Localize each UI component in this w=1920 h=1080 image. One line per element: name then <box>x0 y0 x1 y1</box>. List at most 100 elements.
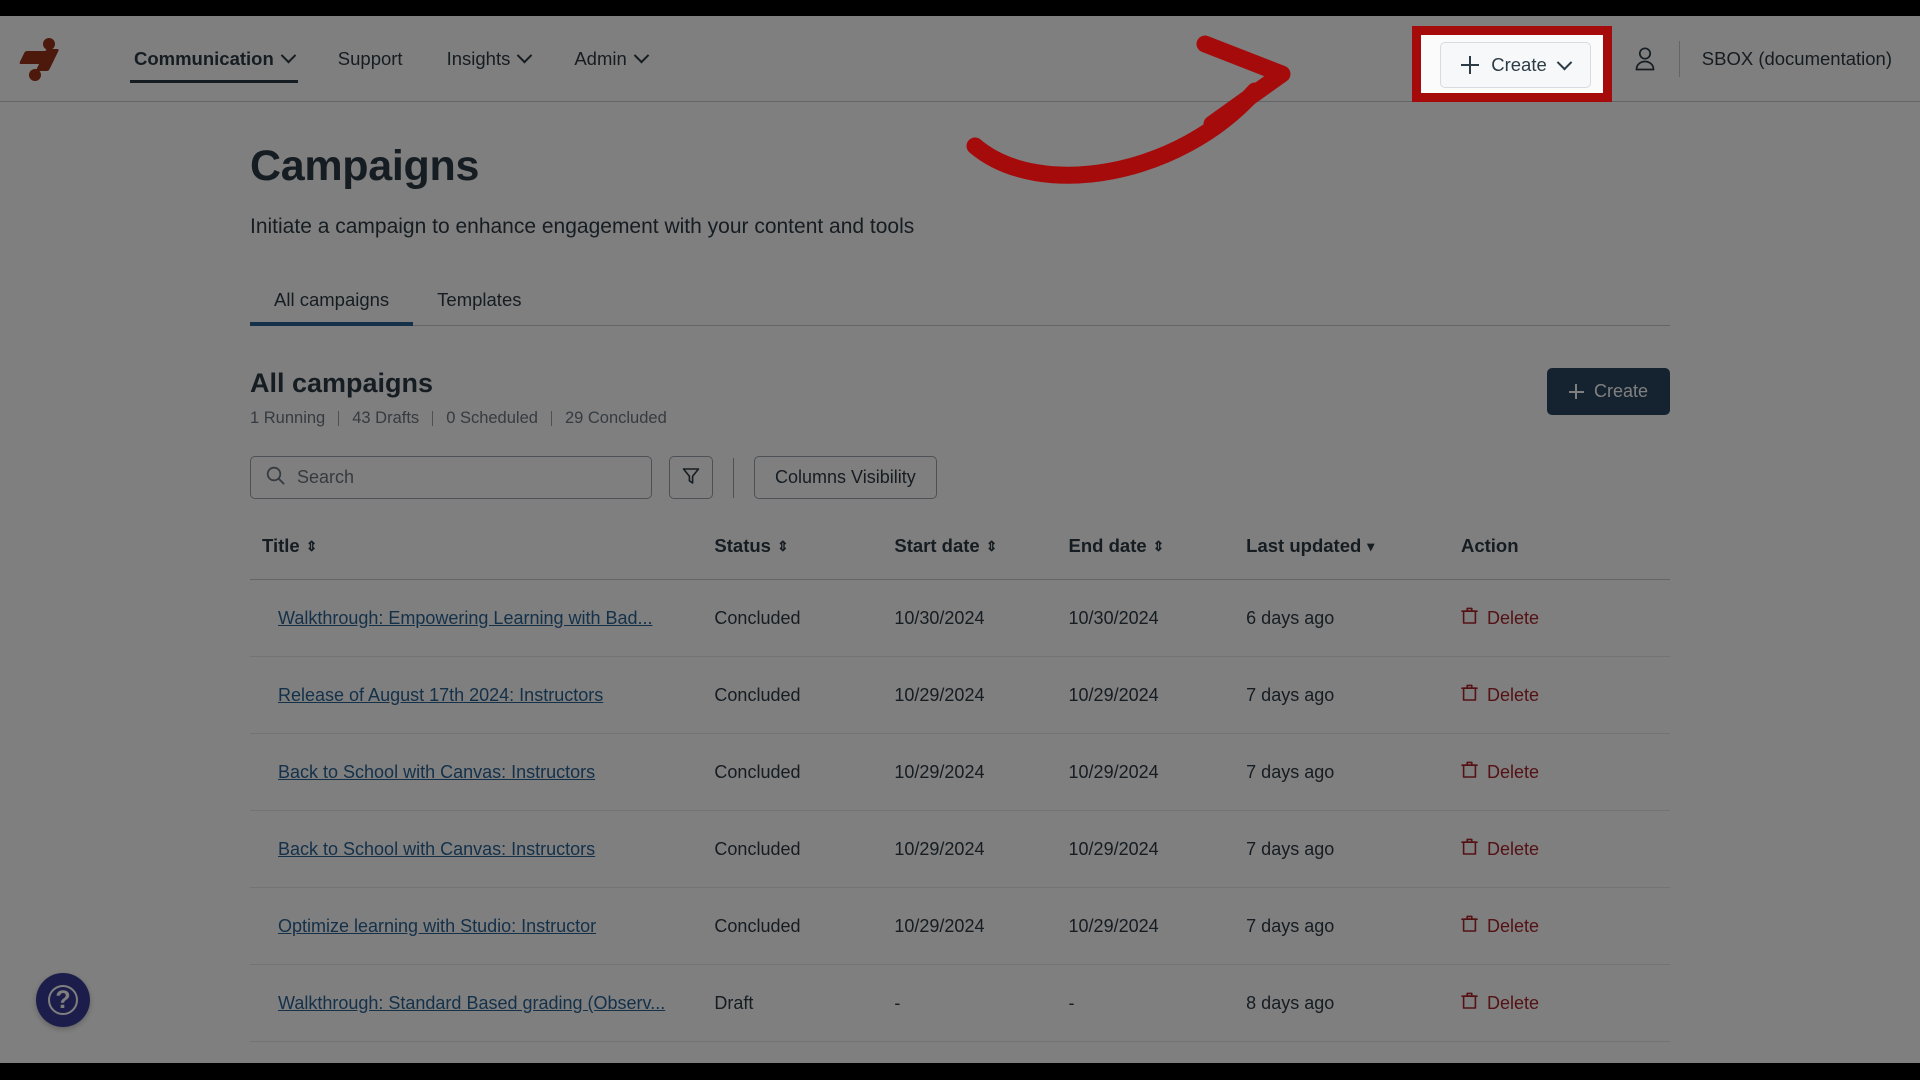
section-header-text: All campaigns 1 Running 43 Drafts 0 Sche… <box>250 368 667 428</box>
page-title: Campaigns <box>250 142 480 190</box>
trash-icon <box>1461 760 1478 784</box>
browser-viewport: Communication Support Insights Admin Cre… <box>0 16 1920 1063</box>
count-divider <box>432 411 434 426</box>
top-navigation-bar: Communication Support Insights Admin Cre… <box>0 16 1920 102</box>
header-create-button[interactable]: Create <box>1456 35 1607 82</box>
cell-end-date: 10/29/2024 <box>1068 810 1247 888</box>
campaign-title-link[interactable]: Walkthrough: Empowering Learning with Ba… <box>278 608 653 628</box>
filter-icon <box>681 466 701 489</box>
cell-last-updated: 6 days ago <box>1246 579 1461 657</box>
tab-bar: All campaigns Templates <box>250 279 1670 326</box>
cell-title: Back to School with Canvas: Instructors <box>250 733 715 811</box>
cell-start-date: 10/29/2024 <box>894 810 1069 888</box>
plus-icon <box>1477 49 1496 68</box>
table-body: Walkthrough: Empowering Learning with Ba… <box>250 579 1670 1042</box>
delete-label: Delete <box>1486 684 1539 705</box>
campaign-title-link[interactable]: Walkthrough: Standard Based grading (Obs… <box>278 993 665 1013</box>
nav-item-insights[interactable]: Insights <box>425 16 553 101</box>
toolbar-divider <box>733 457 734 498</box>
delete-button[interactable]: Delete <box>1461 760 1539 784</box>
column-header-title[interactable]: Title ⇕ <box>250 535 715 580</box>
column-header-last-updated[interactable]: Last updated ▾ <box>1246 535 1461 580</box>
create-campaign-button[interactable]: Create <box>1546 368 1670 415</box>
nav-item-support[interactable]: Support <box>316 16 425 101</box>
filter-button[interactable] <box>669 456 713 499</box>
delete-button[interactable]: Delete <box>1461 606 1539 630</box>
delete-label: Delete <box>1486 607 1539 628</box>
delete-button[interactable]: Delete <box>1461 683 1539 707</box>
impact-logo[interactable] <box>18 35 64 83</box>
cell-status: Concluded <box>714 887 895 965</box>
nav-item-label: Communication <box>134 47 274 69</box>
cell-status: Concluded <box>714 656 895 734</box>
column-header-status[interactable]: Status ⇕ <box>714 535 895 580</box>
count-concluded: 29 Concluded <box>564 409 667 427</box>
primary-nav-items: Communication Support Insights Admin <box>112 16 669 101</box>
cell-last-updated: 7 days ago <box>1246 733 1461 811</box>
nav-item-admin[interactable]: Admin <box>552 16 668 101</box>
cell-end-date: - <box>1068 964 1247 1042</box>
search-field-wrapper[interactable] <box>250 456 652 499</box>
nav-item-label: Support <box>337 47 403 69</box>
column-label: Action <box>1460 535 1519 556</box>
column-label: Title <box>262 535 300 556</box>
cell-start-date: - <box>894 964 1069 1042</box>
search-icon <box>266 466 285 490</box>
section-title: All campaigns <box>250 368 434 398</box>
cell-status: Concluded <box>714 733 895 811</box>
column-label: Last updated <box>1246 535 1362 556</box>
cell-action: Delete <box>1460 964 1670 1042</box>
table-row: Back to School with Canvas: Instructors C… <box>250 733 1670 811</box>
cell-start-date: 10/29/2024 <box>894 733 1069 811</box>
delete-label: Delete <box>1486 761 1539 782</box>
table-row: Walkthrough: Empowering Learning with Ba… <box>250 579 1670 657</box>
campaign-status-counts: 1 Running 43 Drafts 0 Scheduled 29 Concl… <box>250 409 667 428</box>
header-create-label: Create <box>1507 47 1563 69</box>
chevron-down-icon <box>1572 47 1589 64</box>
column-label: End date <box>1068 535 1147 556</box>
tab-templates[interactable]: Templates <box>413 279 545 325</box>
cell-title: Optimize learning with Studio: Instructo… <box>250 887 715 965</box>
cell-start-date: 10/29/2024 <box>894 887 1069 965</box>
sort-desc-icon: ▾ <box>1367 538 1375 554</box>
page-subtitle: Initiate a campaign to enhance engagemen… <box>250 215 915 238</box>
columns-visibility-button[interactable]: Columns Visibility <box>754 456 937 499</box>
cell-start-date: 10/29/2024 <box>894 656 1069 734</box>
campaign-title-link[interactable]: Back to School with Canvas: Instructors <box>278 839 595 859</box>
table-header: Title ⇕ Status ⇕ Start date ⇕ End date ⇕ Las… <box>250 535 1670 580</box>
delete-label: Delete <box>1486 838 1539 859</box>
cell-end-date: 10/29/2024 <box>1068 887 1247 965</box>
delete-button[interactable]: Delete <box>1461 991 1539 1015</box>
main-content: Campaigns Initiate a campaign to enhance… <box>0 102 1920 1063</box>
trash-icon <box>1461 991 1478 1015</box>
person-icon[interactable] <box>1633 46 1657 72</box>
chevron-down-icon <box>517 47 533 64</box>
column-header-start-date[interactable]: Start date ⇕ <box>894 535 1069 580</box>
cell-start-date: 10/30/2024 <box>894 579 1069 657</box>
table-row: Optimize learning with Studio: Instructo… <box>250 887 1670 965</box>
delete-button[interactable]: Delete <box>1461 837 1539 861</box>
nav-item-communication[interactable]: Communication <box>112 16 316 101</box>
campaign-title-link[interactable]: Release of August 17th 2024: Instructors <box>278 685 603 705</box>
sort-both-icon: ⇕ <box>985 538 998 554</box>
trash-icon <box>1461 837 1478 861</box>
cell-title: Release of August 17th 2024: Instructors <box>250 656 715 734</box>
table-row: Walkthrough: Standard Based grading (Obs… <box>250 964 1670 1042</box>
cell-title: Back to School with Canvas: Instructors <box>250 810 715 888</box>
cell-action: Delete <box>1460 656 1670 734</box>
column-header-end-date[interactable]: End date ⇕ <box>1068 535 1247 580</box>
table-row: Back to School with Canvas: Instructors C… <box>250 810 1670 888</box>
section-header-row: All campaigns 1 Running 43 Drafts 0 Sche… <box>250 368 1670 428</box>
help-button[interactable]: ? <box>36 973 90 1027</box>
account-name-label: SBOX (documentation) <box>1701 47 1892 69</box>
campaign-title-link[interactable]: Back to School with Canvas: Instructors <box>278 762 595 782</box>
tab-label: Templates <box>437 289 522 310</box>
search-input[interactable] <box>297 467 636 488</box>
delete-button[interactable]: Delete <box>1461 914 1539 938</box>
tab-all-campaigns[interactable]: All campaigns <box>250 279 414 326</box>
chevron-down-icon <box>280 47 297 64</box>
count-divider <box>338 411 340 426</box>
campaign-title-link[interactable]: Optimize learning with Studio: Instructo… <box>278 916 596 936</box>
count-running: 1 Running <box>250 409 326 427</box>
cell-action: Delete <box>1460 733 1670 811</box>
